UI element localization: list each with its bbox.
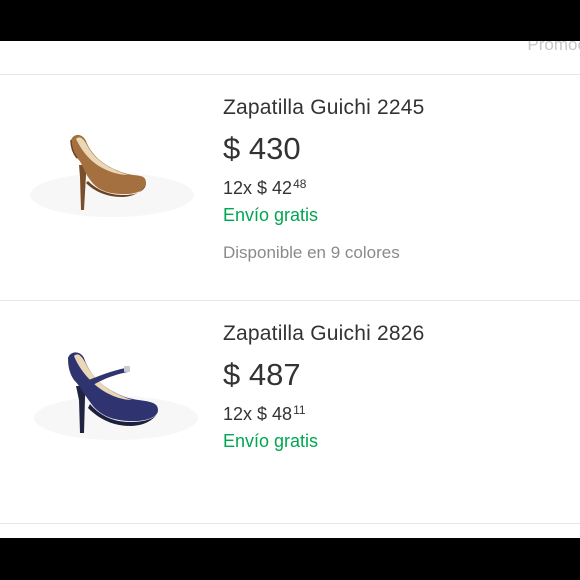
available-colors-label: Disponible en 9 colores xyxy=(223,243,400,262)
product-image[interactable] xyxy=(24,125,202,225)
promotions-filter[interactable]: Promoc xyxy=(527,41,580,55)
filter-bar: Promoc xyxy=(0,41,580,75)
free-shipping-label: Envío gratis xyxy=(223,205,319,225)
product-card[interactable]: Zapatilla Guichi 2245 $ 430 12x $ 4248 E… xyxy=(0,75,580,301)
product-info: Zapatilla Guichi 2245 $ 430 12x $ 4248 E… xyxy=(223,95,570,264)
installments-amount: 12x $ 48 xyxy=(223,404,293,424)
navy-mary-jane-shoe-icon xyxy=(34,352,198,440)
free-shipping-label: Envío gratis xyxy=(223,431,319,451)
phone-screen: Promoc Zapatilla Guichi 224 xyxy=(0,0,580,580)
product-price: $ 487 xyxy=(223,357,301,392)
product-title[interactable]: Zapatilla Guichi 2826 xyxy=(223,321,570,347)
product-card[interactable]: Zapatilla Guichi 2826 $ 487 12x $ 4811 E… xyxy=(0,301,580,524)
product-installments: 12x $ 4811 xyxy=(223,399,570,425)
brown-pump-shoe-icon xyxy=(30,134,194,217)
installments-cents: 11 xyxy=(293,403,306,417)
product-price: $ 430 xyxy=(223,131,301,166)
installments-cents: 48 xyxy=(293,177,307,191)
product-image[interactable] xyxy=(24,346,202,446)
results-list: Promoc Zapatilla Guichi 224 xyxy=(0,41,580,538)
product-title[interactable]: Zapatilla Guichi 2245 xyxy=(223,95,570,121)
product-installments: 12x $ 4248 xyxy=(223,173,570,199)
installments-amount: 12x $ 42 xyxy=(223,178,293,198)
product-info: Zapatilla Guichi 2826 $ 487 12x $ 4811 E… xyxy=(223,321,570,452)
